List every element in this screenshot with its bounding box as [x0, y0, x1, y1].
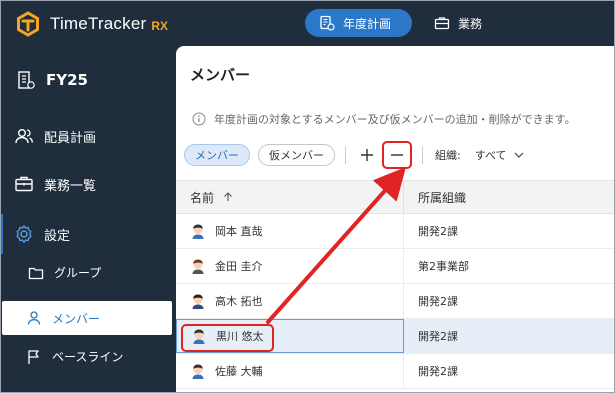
remove-button[interactable]	[382, 141, 412, 169]
member-name: 佐藤 大輔	[215, 365, 263, 378]
toolbar-divider	[422, 146, 423, 164]
main-panel: メンバー 年度計画の対象とするメンバー及び仮メンバーの追加・削除ができます。 メ…	[176, 46, 615, 393]
people-icon	[15, 129, 33, 144]
chevron-down-icon[interactable]	[513, 149, 525, 161]
briefcase-icon	[15, 176, 33, 192]
member-name: 金田 圭介	[215, 260, 263, 273]
cell-name: 金田 圭介	[176, 249, 404, 283]
page-title: メンバー	[190, 66, 251, 84]
avatar-icon	[192, 224, 204, 239]
sidebar-item-settings[interactable]: 設定	[0, 214, 176, 254]
cell-name: 佐藤 大輔	[176, 354, 404, 388]
avatar-icon	[192, 259, 204, 274]
sidebar-item-label: 業務一覧	[44, 178, 97, 194]
app-name: TimeTracker	[50, 14, 147, 33]
plus-icon	[361, 149, 373, 161]
column-header-name[interactable]: 名前	[176, 181, 404, 213]
member-name: 岡本 直哉	[215, 225, 263, 238]
column-header-org[interactable]: 所属組織	[404, 189, 466, 206]
description: 年度計画の対象とするメンバー及び仮メンバーの追加・削除ができます。	[192, 111, 576, 127]
add-button[interactable]	[356, 144, 378, 166]
gear-icon	[16, 225, 32, 243]
cell-name: 岡本 直哉	[176, 214, 404, 248]
avatar-icon	[192, 294, 204, 309]
table-row[interactable]: 佐藤 大輔 開発2課	[176, 354, 615, 389]
minus-icon	[391, 154, 403, 156]
sidebar-item-business-list[interactable]: 業務一覧	[14, 174, 190, 194]
info-icon	[192, 112, 206, 126]
sidebar-item-label: 配員計画	[44, 130, 97, 146]
highlight-box	[181, 324, 274, 352]
table-row[interactable]: 高木 拓也 開発2課	[176, 284, 615, 319]
sidebar-item-label: ベースライン	[52, 350, 124, 364]
tab-business-label: 業務	[458, 16, 483, 31]
sidebar-item-label: メンバー	[52, 311, 101, 326]
person-icon	[27, 311, 41, 325]
cell-name: 黒川 悠太	[176, 319, 404, 353]
sidebar-item-label: 設定	[44, 228, 71, 244]
sidebar-item-member[interactable]: メンバー	[2, 301, 172, 335]
sidebar-item-staffing-plan[interactable]: 配員計画	[14, 126, 190, 146]
fiscal-year-selector[interactable]: FY25	[16, 70, 192, 90]
org-filter-dropdown[interactable]: すべて	[475, 147, 507, 163]
toolbar: メンバー 仮メンバー 組織: すべて	[184, 141, 525, 169]
briefcase-icon	[434, 17, 450, 30]
description-text: 年度計画の対象とするメンバー及び仮メンバーの追加・削除ができます。	[214, 113, 576, 126]
tab-business[interactable]: 業務	[420, 9, 496, 37]
annual-plan-icon	[320, 15, 335, 31]
app-name-suffix: RX	[151, 18, 169, 33]
flag-icon	[28, 349, 39, 364]
member-org: 開発2課	[418, 365, 458, 378]
member-org: 第2事業部	[418, 260, 469, 273]
filter-chip-member[interactable]: メンバー	[184, 144, 250, 166]
member-org: 開発2課	[418, 295, 458, 308]
folder-icon	[28, 267, 44, 279]
sidebar: FY25 配員計画 業務一覧 設定 グループ メンバー ベースライン	[0, 46, 176, 393]
building-icon	[18, 71, 35, 89]
table-row[interactable]: 岡本 直哉 開発2課	[176, 214, 615, 249]
table-row[interactable]: 金田 圭介 第2事業部	[176, 249, 615, 284]
tab-annual-plan-label: 年度計画	[343, 16, 392, 31]
fiscal-year-label: FY25	[46, 71, 88, 89]
top-bar: TimeTracker RX 年度計画 業務	[0, 0, 615, 46]
toolbar-divider	[345, 146, 346, 164]
filter-chip-temp-member[interactable]: 仮メンバー	[258, 144, 335, 166]
member-org: 開発2課	[418, 225, 458, 238]
app-logo: TimeTracker RX	[14, 10, 168, 38]
member-org: 開発2課	[418, 330, 458, 343]
member-table: 名前 所属組織 岡本 直哉 開発2課 金田 圭介 第2事業部 高木 拓也 開発2…	[176, 180, 615, 389]
sidebar-item-label: グループ	[54, 266, 102, 280]
column-header-name-label: 名前	[190, 190, 215, 205]
tab-annual-plan[interactable]: 年度計画	[305, 9, 412, 37]
table-row-selected[interactable]: 黒川 悠太 開発2課	[176, 319, 615, 354]
cell-name: 高木 拓也	[176, 284, 404, 318]
sort-ascending-icon	[224, 192, 232, 201]
org-filter-label: 組織:	[435, 149, 461, 162]
member-name: 高木 拓也	[215, 295, 263, 308]
timetracker-logo-icon	[17, 11, 39, 37]
table-header: 名前 所属組織	[176, 180, 615, 214]
avatar-icon	[192, 364, 204, 379]
